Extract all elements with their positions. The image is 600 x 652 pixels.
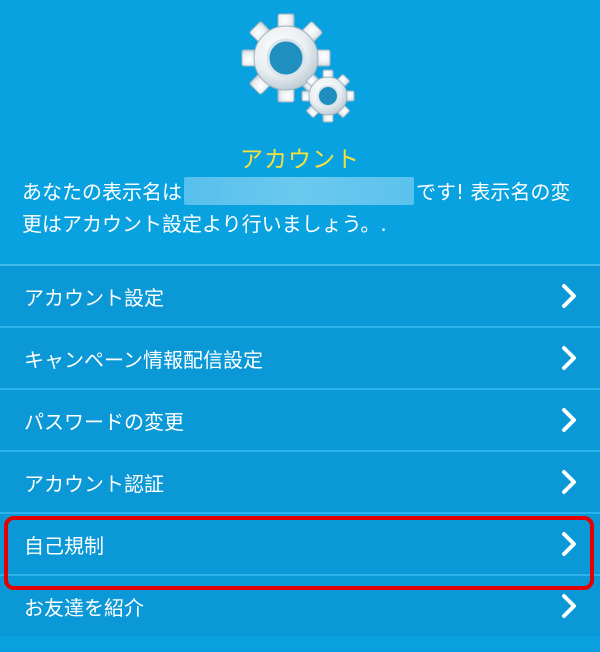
- chevron-right-icon: [562, 594, 576, 618]
- chevron-right-icon: [562, 470, 576, 494]
- chevron-right-icon: [562, 284, 576, 308]
- chevron-right-icon: [562, 346, 576, 370]
- redacted-display-name: [184, 177, 414, 205]
- account-header: アカウント あなたの表示名は です! 表示名の変更はアカウント設定より行いましょう…: [0, 0, 600, 264]
- menu-item-label: キャンペーン情報配信設定: [24, 347, 263, 372]
- menu-item-label: お友達を紹介: [24, 595, 144, 620]
- account-menu: アカウント設定 キャンペーン情報配信設定 パスワードの変更 アカウント認証 自己…: [0, 264, 600, 636]
- display-name-message: あなたの表示名は です! 表示名の変更はアカウント設定より行いましょう。.: [22, 176, 578, 240]
- chevron-right-icon: [562, 408, 576, 432]
- menu-item-label: 自己規制: [24, 533, 104, 558]
- menu-item-self-restriction[interactable]: 自己規制: [0, 512, 600, 574]
- menu-item-refer-friend[interactable]: お友達を紹介: [0, 574, 600, 636]
- menu-item-account-verification[interactable]: アカウント認証: [0, 450, 600, 512]
- page-title: アカウント: [240, 147, 360, 173]
- menu-item-campaign-settings[interactable]: キャンペーン情報配信設定: [0, 326, 600, 388]
- gears-icon: [240, 12, 360, 128]
- menu-item-change-password[interactable]: パスワードの変更: [0, 388, 600, 450]
- menu-item-account-settings[interactable]: アカウント設定: [0, 264, 600, 326]
- chevron-right-icon: [562, 532, 576, 556]
- menu-item-label: アカウント設定: [24, 285, 164, 310]
- message-prefix: あなたの表示名は: [22, 180, 182, 204]
- menu-item-label: アカウント認証: [24, 471, 164, 496]
- menu-item-label: パスワードの変更: [24, 409, 184, 434]
